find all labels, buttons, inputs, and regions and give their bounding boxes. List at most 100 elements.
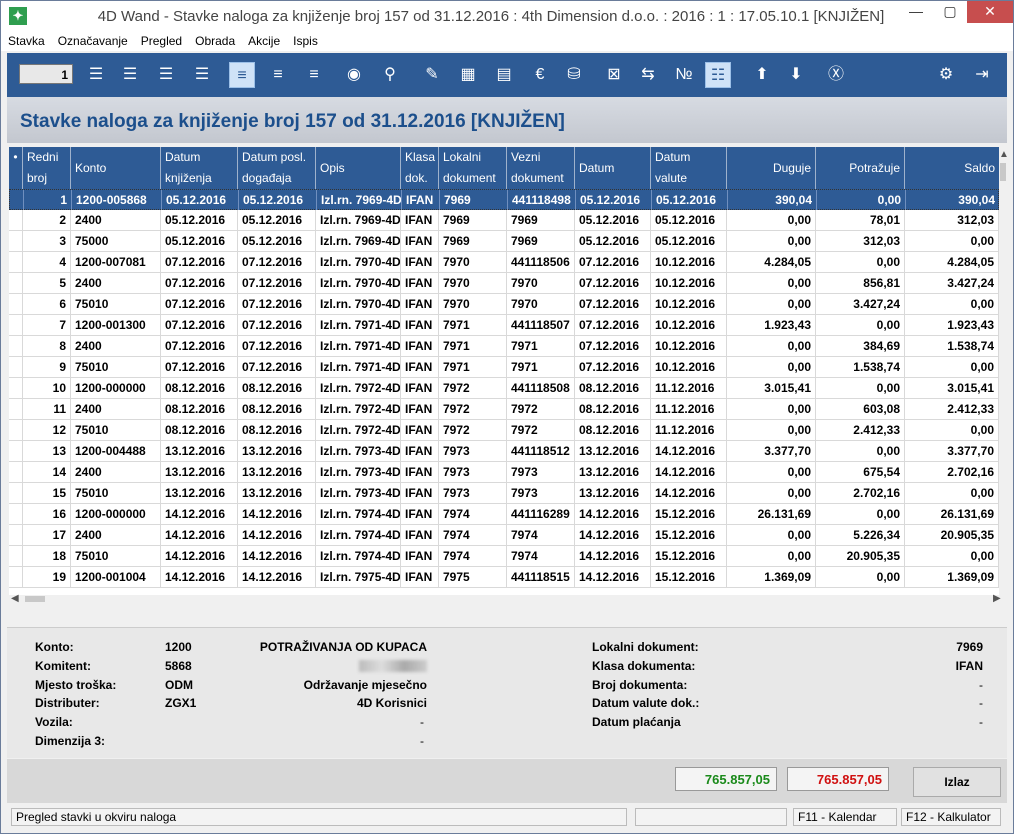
col-header-opis[interactable]: Opis (316, 147, 401, 189)
row-marker[interactable] (9, 504, 23, 524)
details-panel: Konto: 1200 POTRAŽIVANJA OD KUPACA Komit… (7, 627, 1007, 758)
col-header-datum-valute[interactable]: Datum valute (651, 147, 727, 189)
row-marker[interactable] (9, 378, 23, 398)
table-row[interactable]: 19 1200-001004 14.12.2016 14.12.2016 Izl.rn.… (9, 567, 999, 588)
exit-button[interactable]: Izlaz (913, 767, 1001, 797)
cell-konto: 1200-000000 (71, 378, 161, 398)
col-header-lokalni-dokument[interactable]: Lokalni dokument (439, 147, 507, 189)
row-marker[interactable] (10, 190, 24, 210)
scroll-left-icon[interactable]: ◀ (11, 593, 19, 603)
row-marker[interactable] (9, 546, 23, 566)
currency-icon[interactable]: € (527, 62, 553, 88)
record-counter-input[interactable]: 1 (19, 64, 73, 84)
add-item-icon[interactable]: ☰ (83, 62, 109, 88)
row-marker[interactable] (9, 336, 23, 356)
col-header-saldo[interactable]: Saldo (905, 147, 999, 189)
arrow-up-icon[interactable]: ⬆ (749, 62, 775, 88)
table-row[interactable]: 8 2400 07.12.2016 07.12.2016 Izl.rn. 7971-4D… (9, 336, 999, 357)
col-header-konto[interactable]: Konto (71, 147, 161, 189)
row-marker[interactable] (9, 399, 23, 419)
settings-sliders-icon[interactable]: ⚙ (933, 62, 959, 88)
status-f12-calculator[interactable]: F12 - Kalkulator (901, 808, 1001, 826)
col-header-datum[interactable]: Datum (575, 147, 651, 189)
table-row[interactable]: 12 75010 08.12.2016 08.12.2016 Izl.rn. 7972-… (9, 420, 999, 441)
row-marker[interactable] (9, 525, 23, 545)
col-header-redni-broj[interactable]: Redni broj (23, 147, 71, 189)
database-icon[interactable]: ⛁ (561, 62, 587, 88)
excel-export-icon[interactable]: Ⓧ (823, 62, 849, 88)
search-icon[interactable]: ⚲ (377, 62, 403, 88)
menu-oznacavanje[interactable]: Označavanje (51, 31, 134, 48)
table-row[interactable]: 9 75010 07.12.2016 07.12.2016 Izl.rn. 7971-4… (9, 357, 999, 378)
horizontal-scroll-thumb[interactable] (25, 596, 45, 602)
numbering-icon[interactable]: № (671, 62, 697, 88)
menu-pregled[interactable]: Pregled (134, 31, 188, 48)
cell-datum: 08.12.2016 (575, 399, 651, 419)
cell-klasa-dok: IFAN (401, 504, 439, 524)
minimize-button[interactable]: — (899, 1, 933, 23)
refresh-item-icon[interactable]: ☰ (189, 62, 215, 88)
table-row[interactable]: 2 2400 05.12.2016 05.12.2016 Izl.rn. 7969-4D… (9, 210, 999, 231)
arrow-down-icon[interactable]: ⬇ (783, 62, 809, 88)
col-header-datum-posl-dogadaja[interactable]: Datum posl. događaja (238, 147, 316, 189)
table-row[interactable]: 10 1200-000000 08.12.2016 08.12.2016 Izl.rn.… (9, 378, 999, 399)
view-rows-icon[interactable]: ≡ (265, 62, 291, 88)
transfer-icon[interactable]: ⇆ (635, 62, 661, 88)
row-marker[interactable] (9, 441, 23, 461)
row-marker[interactable] (9, 420, 23, 440)
table-row[interactable]: 18 75010 14.12.2016 14.12.2016 Izl.rn. 7974-… (9, 546, 999, 567)
filter-list-icon[interactable]: ☷ (705, 62, 731, 88)
calendar-icon[interactable]: ▦ (455, 62, 481, 88)
document-edit-icon[interactable]: ✎ (419, 62, 445, 88)
table-row[interactable]: 4 1200-007081 07.12.2016 07.12.2016 Izl.rn. … (9, 252, 999, 273)
col-header-duguje[interactable]: Duguje (727, 147, 816, 189)
row-marker[interactable] (9, 294, 23, 314)
table-row[interactable]: 13 1200-004488 13.12.2016 13.12.2016 Izl.rn.… (9, 441, 999, 462)
binoculars-icon[interactable]: ◉ (341, 62, 367, 88)
view-compact-icon[interactable]: ≡ (301, 62, 327, 88)
cell-datum-posl-dogadaja: 13.12.2016 (238, 462, 316, 482)
menu-stavka[interactable]: Stavka (1, 31, 51, 48)
cell-datum-posl-dogadaja: 07.12.2016 (238, 315, 316, 335)
table-row[interactable]: 7 1200-001300 07.12.2016 07.12.2016 Izl.rn. … (9, 315, 999, 336)
table-row[interactable]: 16 1200-000000 14.12.2016 14.12.2016 Izl.rn.… (9, 504, 999, 525)
horizontal-scrollbar[interactable]: ◀ ▶ (9, 593, 1007, 603)
table-row[interactable]: 3 75000 05.12.2016 05.12.2016 Izl.rn. 7969-4… (9, 231, 999, 252)
table-row[interactable]: 17 2400 14.12.2016 14.12.2016 Izl.rn. 7974-4… (9, 525, 999, 546)
document-flow-icon[interactable]: ▤ (491, 62, 517, 88)
table-row[interactable]: 15 75010 13.12.2016 13.12.2016 Izl.rn. 7973-… (9, 483, 999, 504)
col-header-vezni-dokument[interactable]: Vezni dokument (507, 147, 575, 189)
table-row[interactable]: 1 1200-005868 05.12.2016 05.12.2016 Izl.rn. … (9, 189, 1000, 210)
row-marker[interactable] (9, 252, 23, 272)
vertical-scroll-thumb[interactable] (1000, 163, 1006, 181)
row-marker[interactable] (9, 273, 23, 293)
row-marker[interactable] (9, 483, 23, 503)
menu-akcije[interactable]: Akcije (241, 31, 286, 48)
col-header-datum-knjizenja[interactable]: Datum knjiženja (161, 147, 238, 189)
table-row[interactable]: 14 2400 13.12.2016 13.12.2016 Izl.rn. 7973-4… (9, 462, 999, 483)
row-marker[interactable] (9, 231, 23, 251)
cancel-document-icon[interactable]: ⊠ (601, 62, 627, 88)
vertical-scrollbar[interactable]: ▲ (999, 147, 1007, 595)
row-marker[interactable] (9, 210, 23, 230)
row-marker[interactable] (9, 357, 23, 377)
delete-item-icon[interactable]: ☰ (153, 62, 179, 88)
maximize-button[interactable]: ▢ (933, 1, 967, 23)
menu-ispis[interactable]: Ispis (286, 31, 324, 48)
col-header-potrazuje[interactable]: Potražuje (816, 147, 905, 189)
table-row[interactable]: 5 2400 07.12.2016 07.12.2016 Izl.rn. 7970-4D… (9, 273, 999, 294)
row-marker[interactable] (9, 315, 23, 335)
row-marker[interactable] (9, 462, 23, 482)
close-button[interactable]: ✕ (967, 1, 1013, 23)
view-list-icon[interactable]: ≡ (229, 62, 255, 88)
row-marker[interactable] (9, 567, 23, 587)
table-row[interactable]: 11 2400 08.12.2016 08.12.2016 Izl.rn. 7972-4… (9, 399, 999, 420)
scroll-up-icon[interactable]: ▲ (999, 149, 1007, 160)
col-header-klasa-dok[interactable]: Klasa dok. (401, 147, 439, 189)
table-row[interactable]: 6 75010 07.12.2016 07.12.2016 Izl.rn. 7970-4… (9, 294, 999, 315)
status-f11-calendar[interactable]: F11 - Kalendar (793, 808, 897, 826)
menu-obrada[interactable]: Obrada (188, 31, 241, 48)
edit-item-icon[interactable]: ☰ (117, 62, 143, 88)
exit-door-icon[interactable]: ⇥ (969, 62, 995, 88)
scroll-right-icon[interactable]: ▶ (993, 593, 1001, 603)
